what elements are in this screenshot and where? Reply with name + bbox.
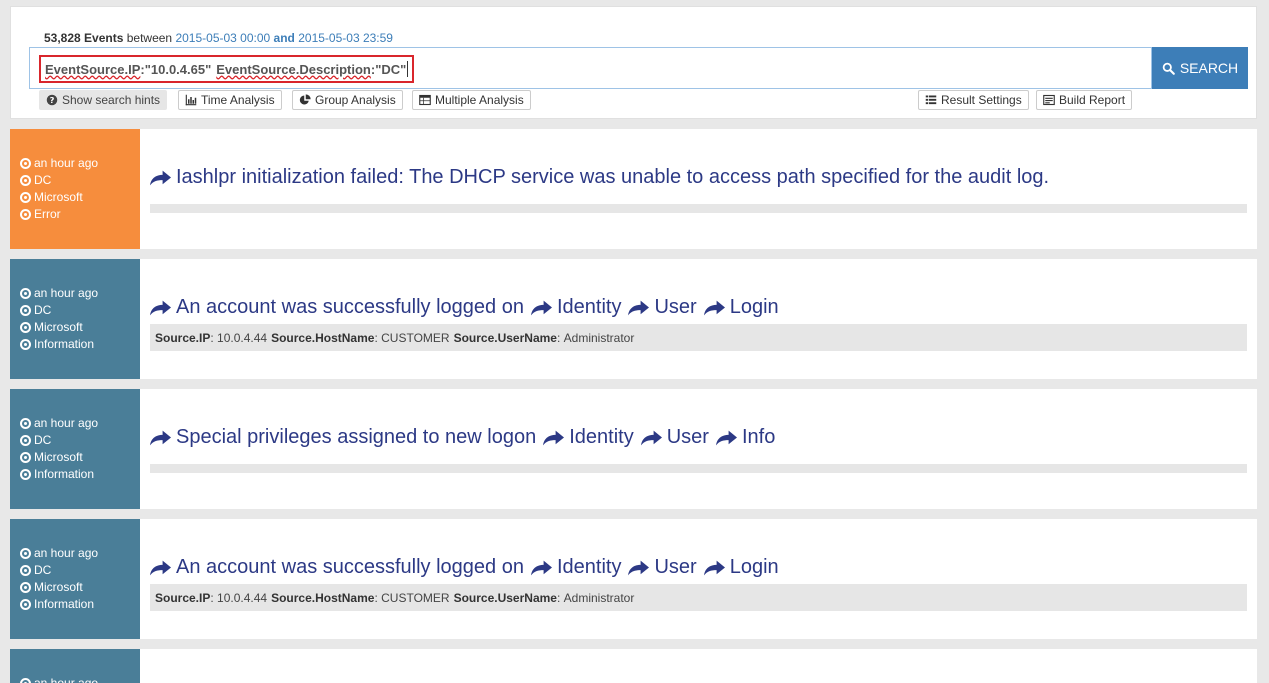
share-arrow-icon: [530, 300, 552, 315]
share-arrow-icon: [628, 560, 650, 575]
query-field-1: EventSource.IP: [45, 61, 141, 77]
time-icon: [20, 548, 31, 559]
event-card[interactable]: an hour ago DC Microsoft Information An …: [10, 259, 1257, 379]
category-identity[interactable]: Identity: [557, 556, 621, 579]
svg-text:?: ?: [50, 95, 55, 105]
event-meta: an hour ago DC Microsoft Information: [10, 519, 140, 639]
share-arrow-icon: [150, 430, 171, 445]
category-identity[interactable]: Identity: [557, 296, 621, 319]
category-user[interactable]: User: [654, 296, 696, 319]
share-arrow-icon: [715, 430, 737, 445]
event-meta: an hour ago DC Microsoft Information: [10, 389, 140, 509]
summary-between: between: [126, 31, 173, 45]
build-report-button[interactable]: Build Report: [1036, 90, 1133, 110]
share-arrow-icon: [150, 560, 171, 575]
result-settings-button[interactable]: Result Settings: [918, 90, 1029, 110]
event-meta: an hour ago: [10, 649, 140, 683]
table-icon: [419, 94, 431, 106]
category-user[interactable]: User: [654, 556, 696, 579]
share-arrow-icon: [628, 300, 650, 315]
start-date: 2015-05-03 00:00: [175, 31, 271, 45]
share-arrow-icon: [150, 170, 171, 185]
host-icon: [20, 305, 31, 316]
category-info[interactable]: Info: [742, 426, 775, 449]
category-user[interactable]: User: [667, 426, 709, 449]
end-date: 2015-05-03 23:59: [298, 31, 393, 45]
share-arrow-icon: [703, 560, 725, 575]
host-icon: [20, 435, 31, 446]
share-arrow-icon: [150, 300, 171, 315]
event-title[interactable]: An account was successfully logged on Id…: [150, 296, 779, 319]
category-login[interactable]: Login: [730, 556, 779, 579]
time-icon: [20, 678, 31, 683]
share-arrow-icon: [530, 560, 552, 575]
vendor-icon: [20, 452, 31, 463]
show-search-hints-button[interactable]: ? Show search hints: [39, 90, 168, 110]
share-arrow-icon: [640, 430, 662, 445]
pie-chart-icon: [299, 94, 311, 105]
time-analysis-button[interactable]: Time Analysis: [178, 90, 282, 110]
query-text[interactable]: EventSource.IP: "10.0.4.65" EventSource.D…: [39, 55, 415, 83]
event-card[interactable]: an hour ago DC Microsoft Information An …: [10, 519, 1257, 639]
search-panel: 53,828 Events between 2015-05-03 00:00 a…: [10, 6, 1257, 119]
time-icon: [20, 418, 31, 429]
search-button-label: SEARCH: [1179, 60, 1239, 76]
level-icon: [20, 209, 31, 220]
multiple-analysis-button[interactable]: Multiple Analysis: [412, 90, 531, 110]
host-icon: [20, 175, 31, 186]
time-icon: [20, 158, 31, 169]
share-arrow-icon: [543, 430, 565, 445]
event-meta: an hour ago DC Microsoft Error: [10, 129, 140, 249]
question-circle-icon: ?: [46, 94, 58, 106]
group-analysis-button[interactable]: Group Analysis: [292, 90, 403, 110]
event-count: 53,828 Events: [44, 31, 124, 45]
search-button[interactable]: SEARCH: [1152, 47, 1248, 89]
category-login[interactable]: Login: [730, 296, 779, 319]
query-field-2: EventSource.Description: [216, 61, 371, 77]
result-summary: 53,828 Events between 2015-05-03 00:00 a…: [44, 31, 393, 45]
summary-and: and: [273, 31, 295, 45]
event-card[interactable]: an hour ago DC Microsoft Information Spe…: [10, 389, 1257, 509]
host-icon: [20, 565, 31, 576]
category-identity[interactable]: Identity: [569, 426, 633, 449]
level-icon: [20, 469, 31, 480]
share-arrow-icon: [703, 300, 725, 315]
level-icon: [20, 339, 31, 350]
search-input[interactable]: EventSource.IP: "10.0.4.65" EventSource.D…: [29, 47, 1152, 89]
event-card[interactable]: an hour ago DC Microsoft Error Iashlpr i…: [10, 129, 1257, 249]
vendor-icon: [20, 582, 31, 593]
event-card[interactable]: an hour ago: [10, 649, 1257, 683]
query-value-1: "10.0.4.65": [144, 61, 212, 77]
vendor-icon: [20, 192, 31, 203]
report-icon: [1043, 94, 1055, 106]
bar-chart-icon: [185, 94, 197, 106]
vendor-icon: [20, 322, 31, 333]
event-details: [150, 204, 1247, 213]
event-meta: an hour ago DC Microsoft Information: [10, 259, 140, 379]
query-value-2: "DC": [375, 61, 407, 77]
event-details: Source.IP: 10.0.4.44 Source.HostName: CU…: [150, 324, 1247, 351]
text-caret: [407, 61, 409, 77]
event-details: [150, 464, 1247, 473]
time-icon: [20, 288, 31, 299]
level-icon: [20, 599, 31, 610]
list-icon: [925, 95, 937, 105]
event-title[interactable]: Special privileges assigned to new logon…: [150, 426, 775, 449]
search-icon: [1162, 62, 1175, 75]
event-title[interactable]: Iashlpr initialization failed: The DHCP …: [150, 166, 1049, 189]
event-details: Source.IP: 10.0.4.44 Source.HostName: CU…: [150, 584, 1247, 611]
event-title[interactable]: An account was successfully logged on Id…: [150, 556, 779, 579]
